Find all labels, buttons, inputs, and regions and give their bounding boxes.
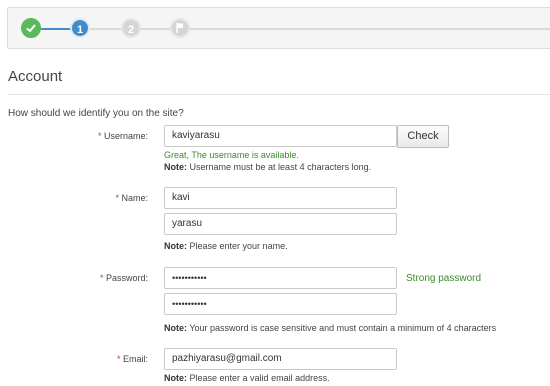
- progress-line-pending: [90, 28, 550, 30]
- confirm-password-input[interactable]: •••••••••••: [164, 293, 397, 315]
- step-2[interactable]: 2: [121, 18, 141, 38]
- flag-icon: [172, 22, 188, 34]
- password-note: Note: Your password is case sensitive an…: [164, 323, 497, 333]
- username-availability: Great, The username is available.: [164, 150, 299, 160]
- name-note: Note: Please enter your name.: [164, 241, 288, 251]
- check-username-button[interactable]: Check: [397, 125, 449, 148]
- section-intro: How should we identify you on the site?: [8, 108, 184, 119]
- step-done[interactable]: [21, 18, 41, 38]
- progress-line-complete: [39, 28, 72, 30]
- check-icon: [23, 22, 39, 34]
- password-label: * Password:: [99, 273, 148, 283]
- username-label: * Username:: [97, 131, 148, 141]
- name-label: * Name:: [115, 193, 148, 203]
- section-title: Account: [8, 68, 63, 85]
- password-strength: Strong password: [406, 273, 482, 284]
- last-name-input[interactable]: yarasu: [164, 213, 397, 235]
- step-1[interactable]: 1: [70, 18, 90, 38]
- progress-wizard: 1 2: [7, 7, 550, 49]
- email-input[interactable]: pazhiyarasu@gmail.com: [164, 348, 397, 370]
- section-divider: [8, 94, 550, 95]
- email-note: Note: Please enter a valid email address…: [164, 373, 330, 383]
- step-finish[interactable]: [170, 18, 190, 38]
- first-name-input[interactable]: kavi: [164, 187, 397, 209]
- username-input[interactable]: kaviyarasu: [164, 125, 397, 147]
- email-label: * Email:: [116, 354, 148, 364]
- password-input[interactable]: •••••••••••: [164, 267, 397, 289]
- username-note: Note: Username must be at least 4 charac…: [164, 162, 372, 172]
